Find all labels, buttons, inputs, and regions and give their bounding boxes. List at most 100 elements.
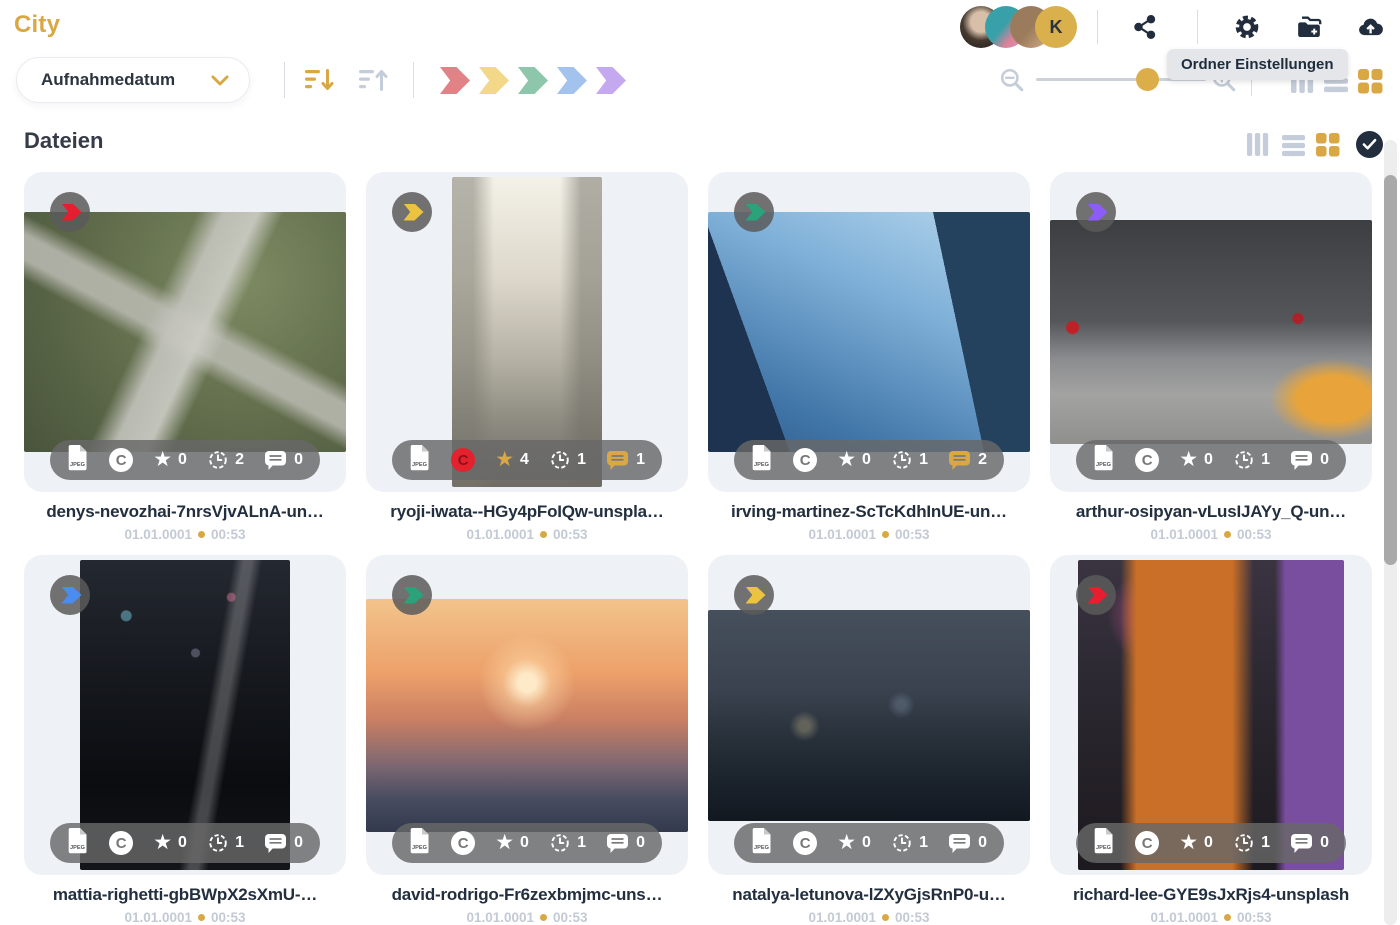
file-name[interactable]: natalya-letunova-lZXyGjsRnP0-u…	[708, 885, 1030, 905]
zoom-slider-knob[interactable]	[1135, 68, 1159, 91]
zoom-out-icon	[1000, 68, 1024, 92]
file-name[interactable]: ryoji-iwata--HGy4pFoIQw-unspla…	[366, 502, 688, 522]
star-stat[interactable]: ★ 0	[495, 832, 529, 853]
photo-card[interactable]: JPEG C ★ 0 1	[366, 555, 688, 875]
color-tag-green[interactable]	[518, 67, 548, 94]
copyright-icon[interactable]: C	[1135, 448, 1160, 472]
photo-thumbnail[interactable]	[708, 212, 1030, 452]
comment-stat[interactable]: 0	[1290, 450, 1329, 471]
svg-text:JPEG: JPEG	[412, 462, 427, 468]
history-count: 1	[1261, 451, 1270, 468]
user-avatar-initial[interactable]: K	[1035, 6, 1077, 48]
copyright-icon[interactable]: C	[451, 448, 476, 472]
copyright-icon[interactable]: C	[109, 448, 134, 472]
photo-card[interactable]: JPEG C ★ 0 1	[708, 172, 1030, 492]
tag-badge[interactable]	[50, 575, 90, 615]
file-stats-bar: JPEG C ★ 0 1	[734, 440, 1004, 480]
upload-button[interactable]	[1356, 13, 1384, 41]
comment-stat[interactable]: 0	[606, 833, 645, 854]
copyright-icon[interactable]: C	[451, 831, 476, 855]
tag-badge[interactable]	[1076, 575, 1116, 615]
tag-badge[interactable]	[1076, 192, 1116, 232]
file-date: 01.01.0001 00:53	[1050, 910, 1372, 925]
tag-badge[interactable]	[734, 192, 774, 232]
tag-badge-arrow	[745, 203, 766, 221]
photo-card[interactable]: JPEG C ★ 0 1	[708, 555, 1030, 875]
photo-thumbnail[interactable]	[24, 212, 346, 452]
color-tag-purple[interactable]	[596, 67, 626, 94]
comment-stat[interactable]: 0	[264, 450, 303, 471]
file-name[interactable]: irving-martinez-ScTcKdhInUE-un…	[708, 502, 1030, 522]
check-icon	[1362, 138, 1377, 150]
history-stat[interactable]: 1	[891, 832, 928, 854]
copyright-icon[interactable]: C	[793, 831, 818, 855]
photo-thumbnail[interactable]	[366, 598, 688, 832]
sort-field-value: Aufnahmedatum	[41, 70, 176, 89]
files-view-columns-button[interactable]	[1246, 132, 1272, 158]
comment-count: 0	[636, 834, 645, 851]
copyright-icon[interactable]: C	[793, 448, 818, 472]
tag-badge[interactable]	[734, 575, 774, 615]
file-name[interactable]: david-rodrigo-Fr6zexbmjmc-uns…	[366, 885, 688, 905]
copyright-icon[interactable]: C	[1135, 831, 1160, 855]
file-name[interactable]: mattia-righetti-gbBWpX2sXmU-…	[24, 885, 346, 905]
toolbar-view-grid-button[interactable]	[1356, 67, 1384, 95]
add-folder-button[interactable]	[1295, 13, 1323, 41]
history-stat[interactable]: 1	[1233, 832, 1270, 854]
comment-count: 0	[1320, 834, 1329, 851]
comment-stat[interactable]: 1	[606, 450, 645, 471]
photo-card[interactable]: JPEG C ★ 0 1	[1050, 555, 1372, 875]
photo-thumbnail[interactable]	[708, 609, 1030, 821]
tag-badge[interactable]	[50, 192, 90, 232]
zoom-out-button[interactable]	[998, 66, 1026, 94]
photo-card[interactable]: JPEG C ★ 0 1	[1050, 172, 1372, 492]
comment-stat[interactable]: 0	[948, 833, 987, 854]
color-tag-red[interactable]	[440, 67, 470, 94]
section-title: Dateien	[24, 128, 104, 153]
share-button[interactable]	[1131, 13, 1159, 41]
file-name[interactable]: richard-lee-GYE9sJxRjs4-unsplash	[1050, 885, 1372, 905]
share-icon	[1134, 14, 1156, 40]
sort-ascending-button[interactable]	[358, 67, 388, 93]
star-stat[interactable]: ★ 0	[837, 449, 871, 470]
divider	[1097, 10, 1098, 44]
file-card: JPEG C ★ 0 1	[1050, 172, 1372, 555]
file-date-value: 01.01.0001	[466, 527, 535, 542]
star-stat[interactable]: ★ 0	[1179, 449, 1213, 470]
sort-field-dropdown[interactable]: Aufnahmedatum	[16, 57, 250, 103]
tag-badge-arrow	[745, 586, 766, 604]
photo-card[interactable]: JPEG C ★ 0 1	[24, 555, 346, 875]
folder-settings-button[interactable]	[1233, 13, 1261, 41]
history-stat[interactable]: 2	[207, 449, 244, 471]
photo-card[interactable]: JPEG C ★ 4 1 1	[366, 172, 688, 492]
star-stat[interactable]: ★ 0	[153, 449, 187, 470]
sort-descending-button[interactable]	[304, 67, 334, 93]
files-view-grid-button[interactable]	[1315, 132, 1341, 158]
comment-stat[interactable]: 0	[1290, 833, 1329, 854]
tag-badge[interactable]	[392, 192, 432, 232]
star-stat[interactable]: ★ 0	[837, 832, 871, 853]
history-stat[interactable]: 1	[549, 449, 586, 471]
history-stat[interactable]: 1	[549, 832, 586, 854]
history-stat[interactable]: 1	[1233, 449, 1270, 471]
photo-thumbnail[interactable]	[1050, 220, 1372, 444]
star-stat[interactable]: ★ 0	[153, 832, 187, 853]
scrollbar-thumb[interactable]	[1384, 175, 1397, 565]
file-name[interactable]: arthur-osipyan-vLusIJAYy_Q-un…	[1050, 502, 1372, 522]
avatar-group: K	[960, 6, 1077, 48]
history-stat[interactable]: 1	[891, 449, 928, 471]
grid-view-icon	[1358, 69, 1383, 94]
history-stat[interactable]: 1	[207, 832, 244, 854]
color-tag-blue[interactable]	[557, 67, 587, 94]
color-tag-yellow[interactable]	[479, 67, 509, 94]
star-stat[interactable]: ★ 0	[1179, 832, 1213, 853]
copyright-icon[interactable]: C	[109, 831, 134, 855]
files-view-list-button[interactable]	[1281, 134, 1307, 160]
comment-stat[interactable]: 0	[264, 833, 303, 854]
file-name[interactable]: denys-nevozhai-7nrsVjvALnA-un…	[24, 502, 346, 522]
select-all-button[interactable]	[1356, 131, 1383, 158]
star-stat[interactable]: ★ 4	[495, 449, 529, 470]
comment-stat[interactable]: 2	[948, 450, 987, 471]
photo-card[interactable]: JPEG C ★ 0 2 0	[24, 172, 346, 492]
tag-badge[interactable]	[392, 575, 432, 615]
